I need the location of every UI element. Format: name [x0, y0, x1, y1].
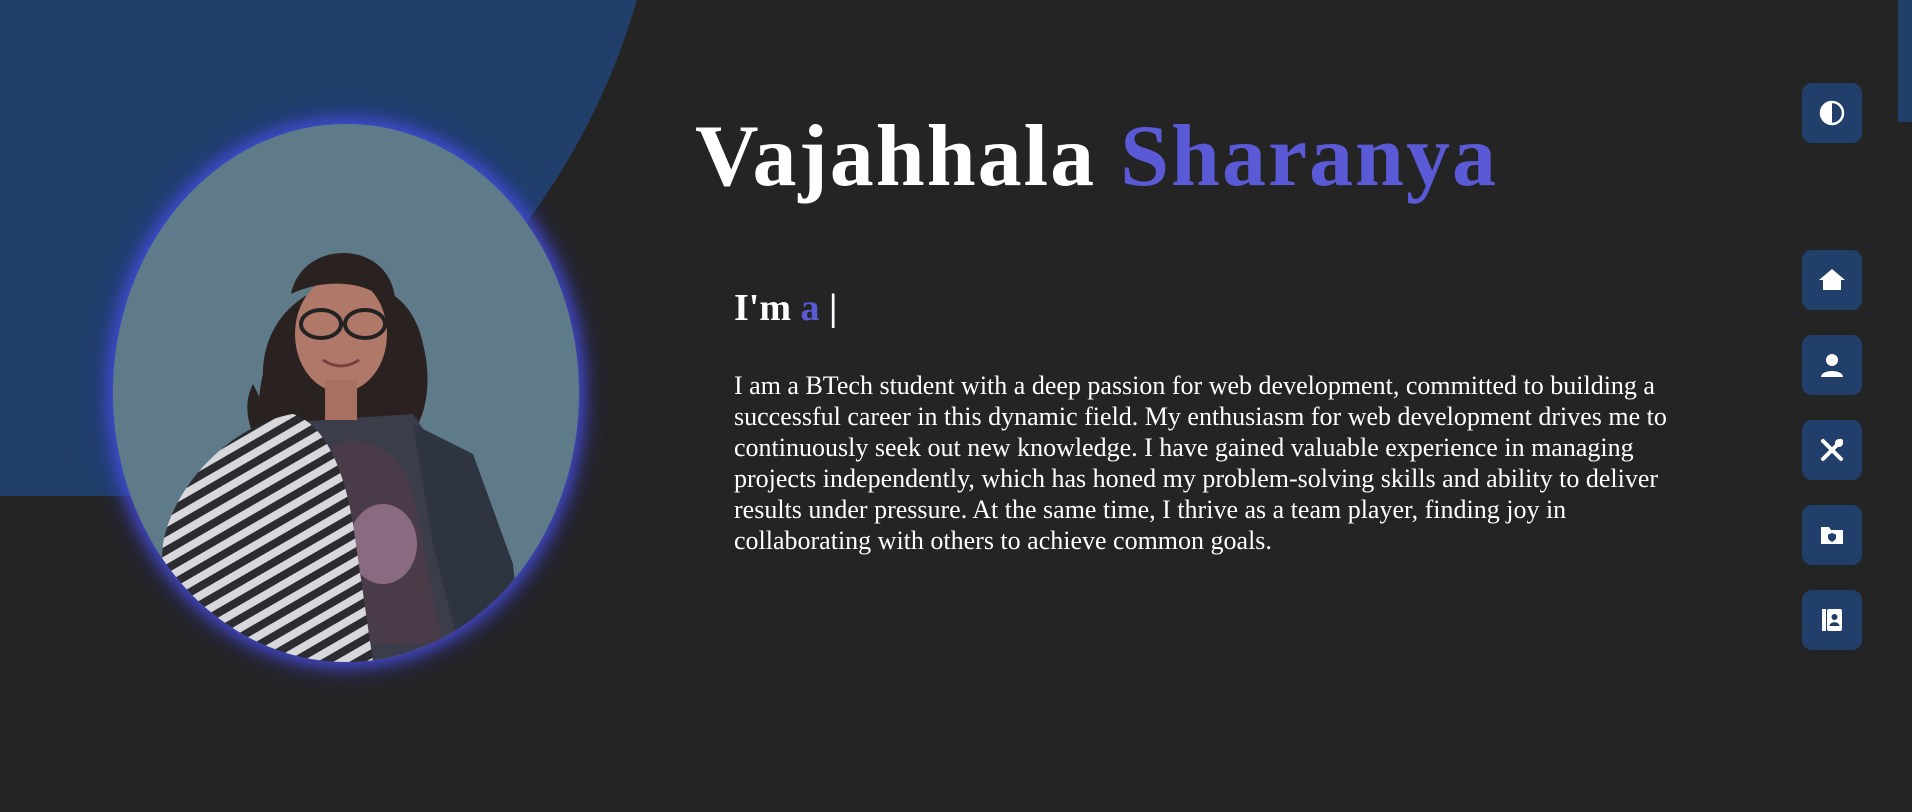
typed-role: a — [800, 287, 820, 329]
typing-cursor: | — [829, 287, 838, 329]
tools-icon — [1818, 436, 1846, 464]
profile-photo — [113, 124, 579, 662]
im-prefix: I'm — [734, 287, 791, 329]
nav-contact-button[interactable] — [1802, 590, 1862, 650]
nav-projects-button[interactable] — [1802, 505, 1862, 565]
nav-skills-button[interactable] — [1802, 420, 1862, 480]
contrast-icon — [1818, 99, 1846, 127]
contact-book-icon — [1818, 606, 1846, 634]
first-name: Vajahhala — [695, 108, 1097, 205]
portfolio-page: Vajahhala Sharanya I'm a | I am a BTech … — [0, 0, 1912, 812]
folder-icon — [1818, 521, 1846, 549]
home-icon — [1818, 266, 1846, 294]
typing-role-line: I'm a | — [734, 286, 837, 332]
nav-home-button[interactable] — [1802, 250, 1862, 310]
scrollbar-thumb[interactable] — [1898, 0, 1912, 122]
nav-about-button[interactable] — [1802, 335, 1862, 395]
page-title: Vajahhala Sharanya — [695, 104, 1498, 210]
theme-toggle-button[interactable] — [1802, 83, 1862, 143]
user-icon — [1818, 351, 1846, 379]
about-paragraph: I am a BTech student with a deep passion… — [734, 371, 1667, 555]
last-name: Sharanya — [1120, 108, 1498, 205]
